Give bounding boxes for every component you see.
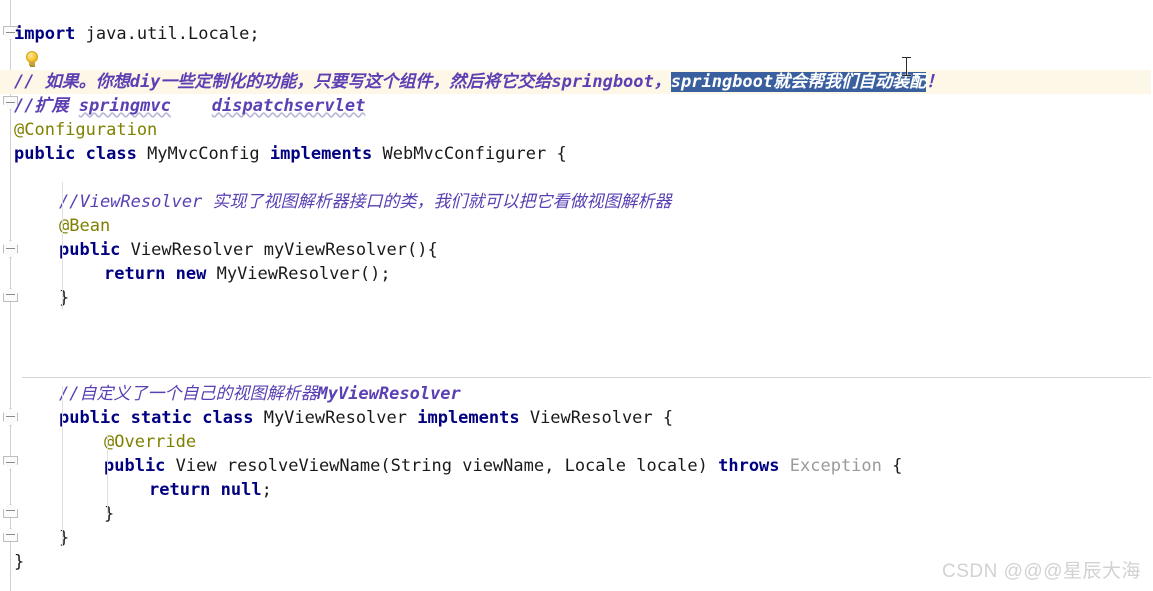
line-method-resolveviewname-seg-0: public (104, 456, 176, 476)
line-comment-springmvc-seg-3: dispatchservlet (211, 96, 366, 116)
line-annotation-bean-seg-0: @Bean (59, 216, 111, 236)
line-comment-viewresolver-seg-0: //ViewResolver 实现了视图解析器接口的类，我们就可以把它看做视图解… (59, 192, 672, 212)
bulb-base-ring (29, 65, 35, 67)
line-static-class-decl-seg-1: MyViewResolver (263, 408, 418, 428)
line-return-new-text: return new MyViewResolver(); (104, 262, 391, 286)
line-static-class-decl-seg-0: public static class (59, 408, 264, 428)
line-method-resolveviewname-seg-2: throws (718, 456, 790, 476)
line-comment-springmvc[interactable]: //扩展 springmvc dispatchservlet (0, 94, 1153, 118)
line-close-brace-4-text: } (14, 550, 24, 574)
line-class-decl[interactable]: public class MyMvcConfig implements WebM… (0, 142, 1153, 166)
line-close-brace-3[interactable]: } (0, 526, 1153, 550)
ibeam-stem (906, 57, 907, 76)
code-content[interactable]: import java.util.Locale; // 如果。你想diy一些定制化… (0, 0, 1153, 591)
line-class-decl-seg-2: implements (269, 144, 383, 164)
line-method-resolveviewname-seg-3: Exception (789, 456, 893, 476)
ibeam-cap-top (902, 57, 911, 58)
line-static-class-decl-seg-3: ViewResolver { (529, 408, 674, 428)
line-close-brace-1[interactable]: } (0, 286, 1153, 310)
line-static-class-decl-text: public static class MyViewResolver imple… (59, 406, 673, 430)
line-annotation-override-text: @Override (104, 430, 196, 454)
ibeam-cap-bottom (902, 75, 911, 76)
line-import[interactable]: import java.util.Locale; (0, 22, 1153, 46)
line-comment-diy-seg-0: // 如果。你想diy一些定制化的功能，只要写这个组件，然后将它交给spring… (14, 72, 671, 92)
line-close-brace-3-seg-0: } (59, 528, 70, 548)
line-comment-custom-resolver-seg-0: //自定义了一个自己的视图解析器 (59, 384, 318, 404)
line-return-null[interactable]: return null; (0, 478, 1153, 502)
line-comment-viewresolver[interactable]: //ViewResolver 实现了视图解析器接口的类，我们就可以把它看做视图解… (0, 190, 1153, 214)
line-close-brace-4-seg-0: } (14, 552, 25, 572)
code-editor[interactable]: import java.util.Locale; // 如果。你想diy一些定制化… (0, 0, 1153, 591)
line-blank-3[interactable] (0, 310, 1153, 334)
line-method-resolveviewname-text: public View resolveViewName(String viewN… (104, 454, 902, 478)
line-annotation-override[interactable]: @Override (0, 430, 1153, 454)
line-close-brace-1-text: } (59, 286, 69, 310)
line-method-myviewresolver-seg-0: public (59, 240, 131, 260)
line-comment-diy-seg-1: springboot就会帮我们自动装配 (670, 72, 927, 92)
line-comment-diy-seg-2: ！ (926, 72, 944, 92)
indent-guide-2 (62, 386, 63, 546)
line-import-seg-0: import (14, 24, 86, 44)
line-return-new-seg-1: MyViewResolver(); (216, 264, 391, 284)
line-comment-springmvc-seg-1: springmvc (78, 96, 171, 116)
line-return-new-seg-0: return new (104, 264, 217, 284)
line-comment-custom-resolver-text: //自定义了一个自己的视图解析器MyViewResolver (59, 382, 461, 406)
line-class-decl-seg-1: MyMvcConfig (147, 144, 270, 164)
line-annotation-bean-text: @Bean (59, 214, 110, 238)
line-comment-springmvc-seg-0: //扩展 (14, 96, 79, 116)
line-comment-springmvc-seg-2 (171, 96, 212, 116)
line-annotation-bean[interactable]: @Bean (0, 214, 1153, 238)
line-method-resolveviewname-seg-1: View resolveViewName(String viewName, Lo… (175, 456, 719, 476)
line-comment-viewresolver-text: //ViewResolver 实现了视图解析器接口的类，我们就可以把它看做视图解… (59, 190, 672, 214)
line-import-text: import java.util.Locale; (14, 22, 260, 46)
line-method-myviewresolver-text: public ViewResolver myViewResolver(){ (59, 238, 438, 262)
line-blank-4[interactable] (0, 334, 1153, 358)
line-static-class-decl[interactable]: public static class MyViewResolver imple… (0, 406, 1153, 430)
line-close-brace-3-text: } (59, 526, 69, 550)
indent-guide-3 (107, 434, 108, 514)
line-return-new[interactable]: return new MyViewResolver(); (0, 262, 1153, 286)
line-return-null-text: return null; (149, 478, 272, 502)
line-comment-springmvc-text: //扩展 springmvc dispatchservlet (14, 94, 365, 118)
line-comment-custom-resolver[interactable]: //自定义了一个自己的视图解析器MyViewResolver (0, 382, 1153, 406)
line-method-myviewresolver-seg-1: ViewResolver myViewResolver(){ (130, 240, 438, 260)
line-close-brace-2-seg-0: } (104, 504, 115, 524)
line-static-class-decl-seg-2: implements (417, 408, 530, 428)
line-comment-diy-text: // 如果。你想diy一些定制化的功能，只要写这个组件，然后将它交给spring… (14, 70, 943, 94)
line-return-null-seg-0: return null (149, 480, 262, 500)
line-close-brace-2-text: } (104, 502, 114, 526)
line-class-decl-seg-0: public class (14, 144, 148, 164)
indent-guide-1 (62, 182, 63, 310)
line-blank-5[interactable] (0, 358, 1153, 382)
line-annotation-configuration-text: @Configuration (14, 118, 157, 142)
line-blank-1[interactable] (0, 46, 1153, 70)
line-annotation-override-seg-0: @Override (104, 432, 197, 452)
line-class-decl-text: public class MyMvcConfig implements WebM… (14, 142, 567, 166)
line-comment-custom-resolver-seg-1: MyViewResolver (317, 384, 461, 404)
line-close-brace-1-seg-0: } (59, 288, 70, 308)
line-method-resolveviewname[interactable]: public View resolveViewName(String viewN… (0, 454, 1153, 478)
text-ibeam-cursor (902, 57, 911, 76)
line-annotation-configuration[interactable]: @Configuration (0, 118, 1153, 142)
line-method-myviewresolver[interactable]: public ViewResolver myViewResolver(){ (0, 238, 1153, 262)
line-close-brace-2[interactable]: } (0, 502, 1153, 526)
line-comment-diy[interactable]: // 如果。你想diy一些定制化的功能，只要写这个组件，然后将它交给spring… (0, 70, 1153, 94)
line-annotation-configuration-seg-0: @Configuration (14, 120, 158, 140)
line-blank-2[interactable] (0, 166, 1153, 190)
line-class-decl-seg-3: WebMvcConfigurer { (382, 144, 567, 164)
intention-bulb-icon[interactable] (24, 51, 40, 71)
line-return-null-seg-1: ; (261, 480, 272, 500)
line-import-seg-1: java.util.Locale; (85, 24, 260, 44)
method-separator (22, 377, 1153, 378)
line-method-resolveviewname-seg-4: { (892, 456, 903, 476)
watermark: CSDN @@@星辰大海 (942, 561, 1141, 582)
